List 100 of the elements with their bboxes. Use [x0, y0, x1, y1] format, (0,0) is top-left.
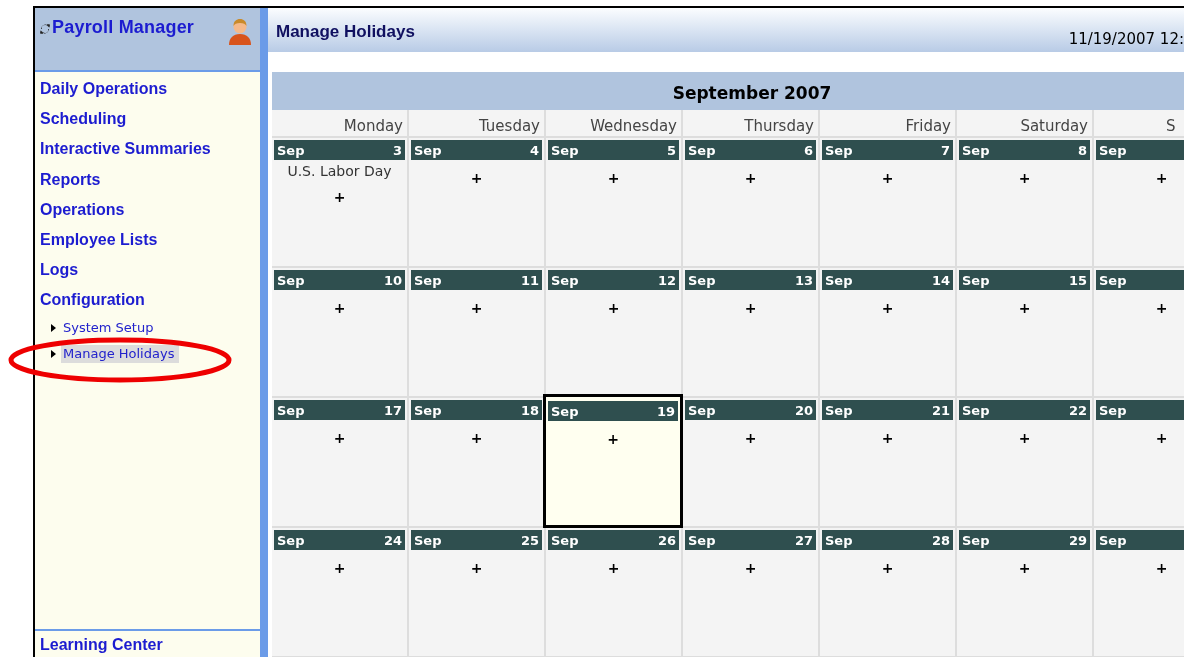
- month-label: Sep: [551, 272, 579, 288]
- add-button[interactable]: +: [881, 560, 894, 576]
- add-button[interactable]: +: [1018, 300, 1031, 316]
- day-cell[interactable]: Sep +: [1094, 138, 1184, 268]
- day-cell[interactable]: Sep 22 +: [957, 398, 1094, 528]
- day-number: 24: [383, 532, 402, 548]
- day-number: 17: [383, 402, 402, 418]
- day-number: 22: [1068, 402, 1087, 418]
- nav-link[interactable]: Reports: [40, 169, 260, 200]
- sub-nav-link[interactable]: Manage Holidays: [61, 344, 180, 363]
- day-cell[interactable]: Sep 8 +: [957, 138, 1094, 268]
- day-number: 20: [794, 402, 813, 418]
- add-button[interactable]: +: [881, 300, 894, 316]
- add-button[interactable]: +: [470, 300, 483, 316]
- day-cell[interactable]: Sep +: [1094, 268, 1184, 398]
- add-button[interactable]: +: [607, 431, 619, 447]
- day-number: 27: [794, 532, 813, 548]
- day-number: 13: [794, 272, 813, 288]
- month-label: Sep: [1099, 402, 1127, 418]
- day-cell[interactable]: Sep +: [1094, 528, 1184, 657]
- weekday-header: Saturday: [1020, 117, 1088, 135]
- nav-link[interactable]: Learning Center: [40, 636, 163, 653]
- month-label: Sep: [825, 532, 853, 548]
- add-button[interactable]: +: [881, 430, 894, 446]
- day-cell[interactable]: Sep 25 +: [409, 528, 546, 657]
- day-number: 10: [383, 272, 402, 288]
- day-cell[interactable]: Sep 14 +: [820, 268, 957, 398]
- month-label: Sep: [962, 272, 990, 288]
- add-button[interactable]: +: [1155, 430, 1168, 446]
- weekday-header: S: [1166, 117, 1176, 135]
- day-cell[interactable]: Sep 13 +: [683, 268, 820, 398]
- add-button[interactable]: +: [470, 170, 483, 186]
- add-button[interactable]: +: [744, 300, 757, 316]
- day-cell[interactable]: Sep 3 U.S. Labor Day +: [272, 138, 409, 268]
- add-button[interactable]: +: [607, 170, 620, 186]
- day-number: 11: [520, 272, 539, 288]
- day-cell[interactable]: Sep 11 +: [409, 268, 546, 398]
- add-button[interactable]: +: [333, 430, 346, 446]
- add-button[interactable]: +: [470, 430, 483, 446]
- add-button[interactable]: +: [333, 300, 346, 316]
- day-cell[interactable]: Sep 28 +: [820, 528, 957, 657]
- month-label: Sep: [825, 402, 853, 418]
- refresh-icon[interactable]: [39, 23, 51, 35]
- nav-link[interactable]: Employee Lists: [40, 229, 260, 261]
- day-cell[interactable]: Sep 10 +: [272, 268, 409, 398]
- add-button[interactable]: +: [881, 170, 894, 186]
- month-label: Sep: [414, 142, 442, 158]
- month-label: Sep: [1099, 142, 1127, 158]
- add-button[interactable]: +: [1018, 170, 1031, 186]
- day-cell[interactable]: Sep +: [1094, 398, 1184, 528]
- day-number: 18: [520, 402, 539, 418]
- add-button[interactable]: +: [470, 560, 483, 576]
- day-cell[interactable]: Sep 19 +: [543, 394, 683, 528]
- day-cell[interactable]: Sep 17 +: [272, 398, 409, 528]
- day-cell[interactable]: Sep 27 +: [683, 528, 820, 657]
- day-number: 14: [931, 272, 950, 288]
- day-cell[interactable]: Sep 20 +: [683, 398, 820, 528]
- day-cell[interactable]: Sep 15 +: [957, 268, 1094, 398]
- day-cell[interactable]: Sep 24 +: [272, 528, 409, 657]
- add-button[interactable]: +: [1018, 430, 1031, 446]
- day-number: 15: [1068, 272, 1087, 288]
- weekday-header: Tuesday: [478, 117, 540, 135]
- day-cell[interactable]: Sep 26 +: [546, 528, 683, 657]
- add-button[interactable]: +: [1155, 300, 1168, 316]
- month-label: Sep: [414, 402, 442, 418]
- add-button[interactable]: +: [744, 430, 757, 446]
- day-number: 8: [1077, 142, 1087, 158]
- nav-link[interactable]: Configuration: [40, 290, 260, 321]
- add-button[interactable]: +: [744, 560, 757, 576]
- day-cell[interactable]: Sep 7 +: [820, 138, 957, 268]
- day-cell[interactable]: Sep 4 +: [409, 138, 546, 268]
- add-button[interactable]: +: [607, 300, 620, 316]
- month-label: Sep: [688, 532, 716, 548]
- add-button[interactable]: +: [1018, 560, 1031, 576]
- day-cell[interactable]: Sep 21 +: [820, 398, 957, 528]
- add-button[interactable]: +: [1155, 170, 1168, 186]
- nav-link[interactable]: Interactive Summaries: [40, 139, 260, 170]
- add-button[interactable]: +: [333, 560, 346, 576]
- add-button[interactable]: +: [1155, 560, 1168, 576]
- page-title: Manage Holidays: [276, 22, 415, 43]
- triangle-icon: [51, 323, 56, 332]
- nav-link[interactable]: Logs: [40, 260, 260, 291]
- add-button[interactable]: +: [607, 560, 620, 576]
- day-number: 25: [520, 532, 539, 548]
- nav-link[interactable]: Operations: [40, 199, 260, 230]
- holiday-label[interactable]: U.S. Labor Day: [287, 163, 392, 179]
- nav-link[interactable]: Scheduling: [40, 109, 260, 140]
- add-button[interactable]: +: [744, 170, 757, 186]
- day-number: 29: [1068, 532, 1087, 548]
- nav-link[interactable]: Daily Operations: [40, 79, 260, 110]
- day-number: 19: [656, 403, 675, 419]
- add-button[interactable]: +: [333, 189, 346, 205]
- day-cell[interactable]: Sep 29 +: [957, 528, 1094, 657]
- day-cell[interactable]: Sep 18 +: [409, 398, 546, 528]
- day-cell[interactable]: Sep 6 +: [683, 138, 820, 268]
- day-cell[interactable]: Sep 5 +: [546, 138, 683, 268]
- month-label: Sep: [688, 272, 716, 288]
- date-time: 11/19/2007 12:: [1068, 30, 1184, 50]
- sub-nav-link[interactable]: System Setup: [61, 318, 159, 337]
- month-label: Sep: [551, 532, 579, 548]
